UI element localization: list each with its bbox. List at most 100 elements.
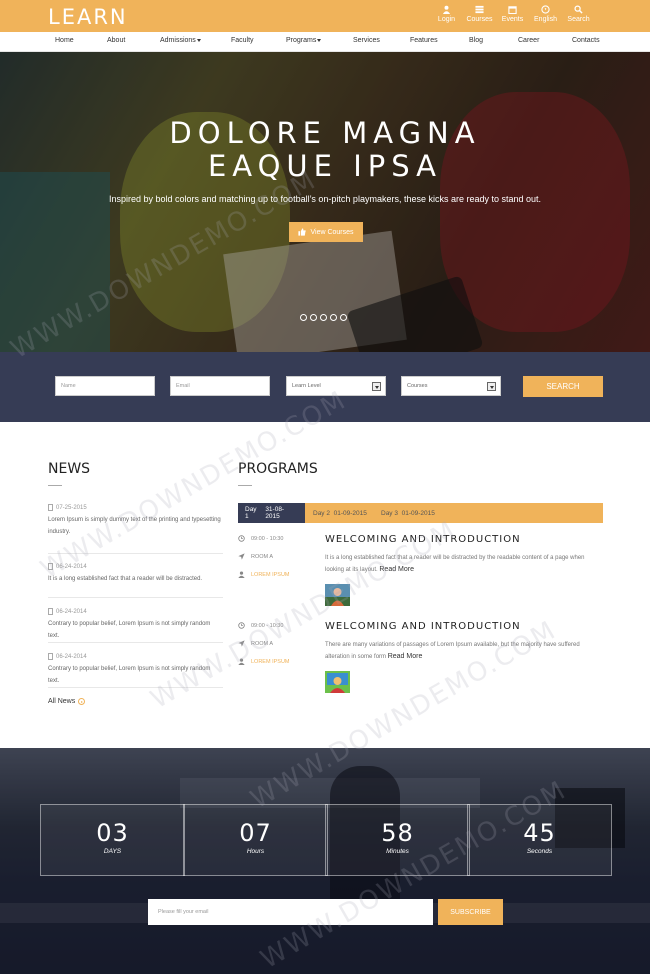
user-icon: [238, 571, 245, 578]
program-time: 09:00 - 10:30: [238, 535, 283, 542]
course-search-bar: Name Email Learn Level Courses SEARCH: [0, 352, 650, 422]
clock-icon: [238, 622, 245, 629]
nav-services[interactable]: Services: [353, 37, 380, 44]
countdown-minutes: 58 Minutes: [325, 804, 470, 876]
nav-faculty[interactable]: Faculty: [231, 37, 254, 44]
top-link-label: Courses: [466, 16, 493, 23]
news-date: 07-25-2015: [48, 504, 223, 511]
read-more-link[interactable]: Read More: [379, 566, 414, 573]
all-news-label: All News: [48, 698, 76, 705]
program-room: ROOM A: [238, 553, 273, 560]
globe-icon: [541, 5, 550, 14]
program-time-text: 09:00 - 10:30: [251, 535, 284, 542]
top-link-search[interactable]: Search: [562, 5, 595, 23]
document-icon: [48, 653, 53, 660]
news-date-text: 06-24-2014: [56, 608, 87, 615]
nav-career[interactable]: Career: [518, 37, 539, 44]
email-input[interactable]: Email: [170, 376, 270, 396]
nav-admissions-label: Admissions: [160, 37, 196, 44]
news-text: Contrary to popular belief, Lorem Ipsum …: [48, 621, 211, 639]
nav-blog[interactable]: Blog: [469, 37, 483, 44]
top-link-label: Search: [567, 16, 590, 23]
program-title: WELCOMING AND INTRODUCTION: [325, 534, 521, 545]
user-icon: [442, 5, 451, 14]
location-arrow-icon: [238, 553, 245, 560]
tab-day-3[interactable]: Day 3 01-09-2015: [374, 503, 442, 523]
top-bar: LEARN Login Courses Events English Searc…: [0, 0, 650, 32]
program-time: 09:00 - 10:30: [238, 622, 283, 629]
all-news-link[interactable]: All News: [48, 698, 86, 705]
news-date: 06-24-2014: [48, 653, 223, 660]
tab-day-1[interactable]: Day 1 31-08-2015: [238, 503, 305, 523]
hero-title: DOLORE MAGNA: [169, 116, 481, 150]
top-link-courses[interactable]: Courses: [463, 5, 496, 23]
speaker-avatar[interactable]: [325, 671, 350, 693]
chevron-down-icon: [487, 382, 496, 391]
tab-day-label: Day 2: [313, 509, 330, 517]
user-icon: [238, 658, 245, 665]
top-link-events[interactable]: Events: [496, 5, 529, 23]
top-link-english[interactable]: English: [529, 5, 562, 23]
nav-contacts[interactable]: Contacts: [572, 37, 600, 44]
news-item[interactable]: 06-24-2014 Contrary to popular belief, L…: [48, 653, 223, 688]
learn-level-value: Learn Level: [292, 383, 321, 389]
top-link-login[interactable]: Login: [430, 5, 463, 23]
newsletter-email-input[interactable]: Please fill your email: [148, 899, 433, 925]
read-more-link[interactable]: Read More: [388, 653, 423, 660]
program-description-text: It is a long established fact that a rea…: [325, 555, 585, 573]
document-icon: [48, 504, 53, 511]
heading-rule: [48, 485, 62, 486]
countdown-value: 45: [523, 819, 556, 847]
courses-select[interactable]: Courses: [401, 376, 501, 396]
top-links: Login Courses Events English Search: [430, 5, 595, 23]
news-text: Contrary to popular belief, Lorem Ipsum …: [48, 666, 211, 684]
countdown-days: 03 DAYS: [40, 804, 185, 876]
slider-dot[interactable]: [320, 314, 327, 321]
main-nav: Home About Admissions Faculty Programs S…: [0, 32, 650, 52]
news-item[interactable]: 07-25-2015 Lorem Ipsum is simply dummy t…: [48, 504, 223, 554]
slider-dot[interactable]: [340, 314, 347, 321]
top-link-label: English: [534, 16, 557, 23]
program-speaker-text: LOREM IPSUM: [251, 658, 290, 665]
site-logo[interactable]: LEARN: [48, 5, 128, 29]
tab-day-date: 01-09-2015: [401, 509, 435, 517]
nav-programs[interactable]: Programs: [286, 37, 322, 44]
news-item[interactable]: 06-24-2014 Contrary to popular belief, L…: [48, 608, 223, 643]
subscribe-button[interactable]: SUBSCRIBE: [438, 899, 503, 925]
view-courses-label: View Courses: [310, 228, 354, 236]
learn-level-select[interactable]: Learn Level: [286, 376, 386, 396]
chevron-down-icon: [317, 38, 322, 42]
program-description: There are many variations of passages of…: [325, 640, 603, 663]
countdown-label: Minutes: [386, 848, 409, 855]
program-room: ROOM A: [238, 640, 273, 647]
clock-icon: [238, 535, 245, 542]
name-input[interactable]: Name: [55, 376, 155, 396]
program-room-text: ROOM A: [251, 553, 274, 560]
news-item[interactable]: 06-24-2014 It is a long established fact…: [48, 563, 223, 598]
news-text: It is a long established fact that a rea…: [48, 576, 203, 582]
program-speaker[interactable]: LOREM IPSUM: [238, 658, 290, 665]
view-courses-button[interactable]: View Courses: [289, 222, 363, 242]
news-date-text: 07-25-2015: [56, 504, 87, 511]
top-link-label: Events: [501, 16, 524, 23]
speaker-avatar[interactable]: [325, 584, 350, 606]
slider-dot[interactable]: [300, 314, 307, 321]
program-speaker[interactable]: LOREM IPSUM: [238, 571, 290, 578]
chevron-down-icon: [196, 38, 201, 42]
news-date-text: 06-24-2014: [56, 563, 87, 570]
nav-features[interactable]: Features: [410, 37, 438, 44]
tab-day-2[interactable]: Day 2 01-09-2015: [306, 503, 374, 523]
nav-programs-label: Programs: [286, 37, 317, 44]
nav-home[interactable]: Home: [55, 37, 74, 44]
slider-dot[interactable]: [330, 314, 337, 321]
slider-dot[interactable]: [310, 314, 317, 321]
news-text: Lorem Ipsum is simply dummy text of the …: [48, 517, 221, 535]
courses-value: Courses: [407, 383, 428, 389]
countdown-value: 03: [96, 819, 129, 847]
search-button[interactable]: SEARCH: [523, 376, 603, 397]
calendar-icon: [508, 6, 517, 14]
program-description: It is a long established fact that a rea…: [325, 553, 603, 576]
hero-subtitle: Inspired by bold colors and matching up …: [108, 194, 542, 204]
nav-admissions[interactable]: Admissions: [160, 37, 201, 44]
nav-about[interactable]: About: [107, 37, 125, 44]
